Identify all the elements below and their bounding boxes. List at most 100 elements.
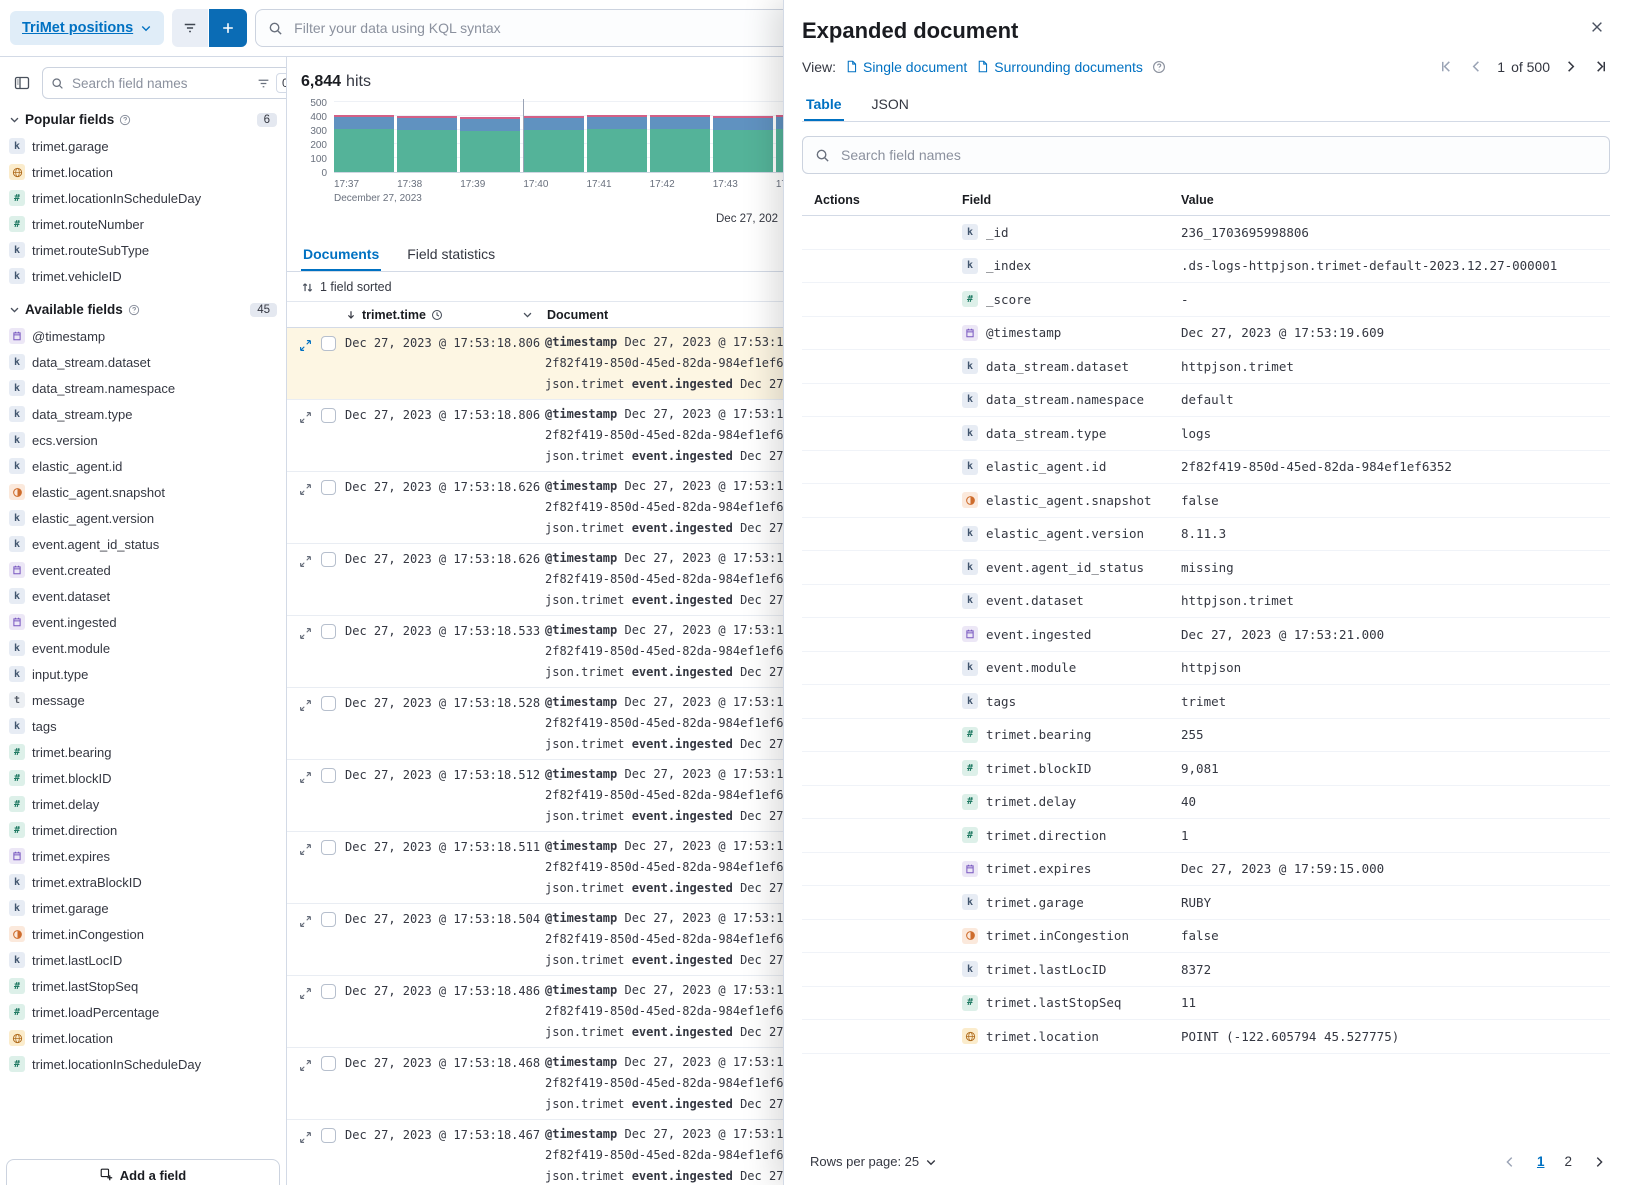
expand-document-icon[interactable] [295, 983, 319, 1003]
expand-document-icon[interactable] [295, 623, 319, 643]
expand-document-icon[interactable] [295, 911, 319, 931]
next-page-icon[interactable] [1561, 57, 1580, 76]
row-checkbox[interactable] [321, 408, 336, 423]
previous-page-icon[interactable] [1501, 1153, 1519, 1171]
field-list-item[interactable]: #trimet.bearing [0, 739, 286, 765]
expand-document-icon[interactable] [295, 839, 319, 859]
row-checkbox[interactable] [321, 1056, 336, 1071]
field-list-item[interactable]: #trimet.direction [0, 817, 286, 843]
field-list-item[interactable]: kevent.agent_id_status [0, 531, 286, 557]
field-list-item[interactable]: ktrimet.routeSubType [0, 237, 286, 263]
column-menu-icon[interactable] [522, 309, 533, 320]
field-list-item[interactable]: kelastic_agent.id [0, 453, 286, 479]
row-checkbox[interactable] [321, 768, 336, 783]
data-view-picker[interactable]: TriMet positions [10, 11, 164, 45]
field-list-item[interactable]: kdata_stream.namespace [0, 375, 286, 401]
flyout-field-search[interactable] [802, 136, 1610, 174]
row-checkbox[interactable] [321, 552, 336, 567]
expand-document-icon[interactable] [295, 1055, 319, 1075]
row-checkbox[interactable] [321, 696, 336, 711]
available-fields-header[interactable]: Available fields 45 [0, 289, 286, 323]
field-list-item[interactable]: ktags [0, 713, 286, 739]
flyout-field-search-input[interactable] [839, 146, 1597, 164]
field-list-item[interactable]: kelastic_agent.version [0, 505, 286, 531]
field-list-item[interactable]: #trimet.locationInScheduleDay [0, 185, 286, 211]
column-header-time[interactable]: trimet.time [345, 308, 547, 322]
row-checkbox[interactable] [321, 840, 336, 855]
saved-query-filter-button[interactable] [172, 9, 208, 47]
row-checkbox[interactable] [321, 624, 336, 639]
field-list-item[interactable]: ktrimet.garage [0, 133, 286, 159]
histogram-bar[interactable] [650, 115, 710, 172]
field-list-item[interactable]: #trimet.locationInScheduleDay [0, 1051, 286, 1077]
row-checkbox[interactable] [321, 480, 336, 495]
row-checkbox[interactable] [321, 336, 336, 351]
histogram-bar[interactable] [334, 115, 394, 172]
field-list-item[interactable]: #trimet.blockID [0, 765, 286, 791]
field-filter-icon[interactable] [257, 77, 270, 90]
tab-field-statistics[interactable]: Field statistics [405, 239, 497, 271]
field-list-item[interactable]: #trimet.lastStopSeq [0, 973, 286, 999]
previous-page-icon[interactable] [1467, 57, 1486, 76]
last-page-icon[interactable] [1591, 57, 1610, 76]
field-list-item[interactable]: ktrimet.garage [0, 895, 286, 921]
histogram-bar[interactable] [587, 115, 647, 172]
field-list-item[interactable]: event.created [0, 557, 286, 583]
expand-document-icon[interactable] [295, 1127, 319, 1147]
expand-document-icon[interactable] [295, 767, 319, 787]
field-list-item[interactable]: trimet.location [0, 159, 286, 185]
help-icon[interactable] [128, 304, 140, 316]
field-list-item[interactable]: #trimet.loadPercentage [0, 999, 286, 1025]
field-list-item[interactable]: kinput.type [0, 661, 286, 687]
first-page-icon[interactable] [1437, 57, 1456, 76]
row-checkbox[interactable] [321, 984, 336, 999]
popular-fields-header[interactable]: Popular fields 6 [0, 99, 286, 133]
field-search-input[interactable] [70, 75, 251, 92]
help-icon[interactable] [119, 114, 131, 126]
collapse-sidebar-button[interactable] [8, 68, 36, 98]
expand-document-icon[interactable] [295, 407, 319, 427]
field-list-item[interactable]: ktrimet.vehicleID [0, 263, 286, 289]
field-list-item[interactable]: kdata_stream.type [0, 401, 286, 427]
expand-document-icon[interactable] [295, 479, 319, 499]
histogram-bar[interactable] [460, 117, 520, 172]
page-1-button[interactable]: 1 [1535, 1152, 1547, 1171]
next-page-icon[interactable] [1590, 1153, 1608, 1171]
histogram-plot-area[interactable] [334, 103, 839, 173]
add-filter-button[interactable] [209, 9, 247, 47]
field-list-item[interactable]: #trimet.routeNumber [0, 211, 286, 237]
tab-json[interactable]: JSON [870, 89, 911, 121]
page-2-button[interactable]: 2 [1562, 1152, 1574, 1171]
field-list-item[interactable]: trimet.location [0, 1025, 286, 1051]
histogram-bar[interactable] [523, 116, 583, 172]
expand-document-icon[interactable] [295, 551, 319, 571]
field-list-item[interactable]: ktrimet.lastLocID [0, 947, 286, 973]
field-list-item[interactable]: @timestamp [0, 323, 286, 349]
field-list-item[interactable]: kevent.module [0, 635, 286, 661]
field-search-box[interactable]: 0 [42, 67, 287, 99]
field-list-item[interactable]: kevent.dataset [0, 583, 286, 609]
field-list-item[interactable]: tmessage [0, 687, 286, 713]
field-list-item[interactable]: elastic_agent.snapshot [0, 479, 286, 505]
rows-per-page-button[interactable]: Rows per page: 25 [804, 1153, 943, 1170]
field-list-item[interactable]: kecs.version [0, 427, 286, 453]
histogram-bar[interactable] [713, 116, 773, 172]
view-surrounding-documents-link[interactable]: Surrounding documents [976, 59, 1143, 75]
expand-document-icon[interactable] [295, 695, 319, 715]
tab-documents[interactable]: Documents [301, 239, 381, 271]
close-icon[interactable] [1584, 14, 1610, 40]
tab-table[interactable]: Table [804, 89, 844, 121]
view-single-document-link[interactable]: Single document [845, 59, 967, 75]
help-icon[interactable] [1152, 60, 1166, 74]
field-list-item[interactable]: #trimet.delay [0, 791, 286, 817]
field-list-item[interactable]: kdata_stream.dataset [0, 349, 286, 375]
histogram-bar[interactable] [397, 116, 457, 172]
field-list-item[interactable]: trimet.expires [0, 843, 286, 869]
add-field-button[interactable]: Add a field [6, 1159, 280, 1185]
row-checkbox[interactable] [321, 1128, 336, 1143]
field-list-item[interactable]: ktrimet.extraBlockID [0, 869, 286, 895]
expand-document-icon[interactable] [295, 335, 319, 355]
row-checkbox[interactable] [321, 912, 336, 927]
field-list-item[interactable]: event.ingested [0, 609, 286, 635]
field-list-item[interactable]: trimet.inCongestion [0, 921, 286, 947]
